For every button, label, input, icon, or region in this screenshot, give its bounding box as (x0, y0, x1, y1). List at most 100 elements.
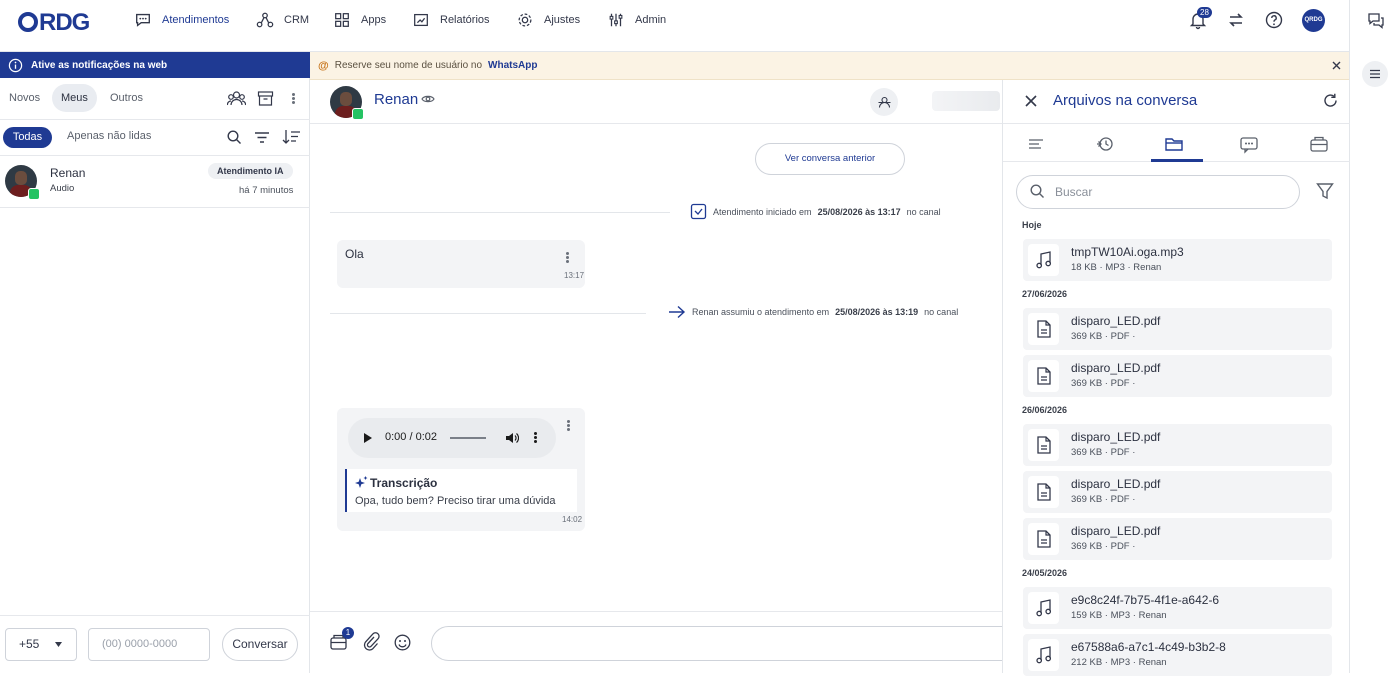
message-bubble[interactable]: Ola 13:17 (337, 240, 585, 288)
tab-history-icon[interactable] (1095, 134, 1115, 154)
transfer-icon[interactable] (1226, 10, 1246, 30)
filter-all[interactable]: Todas (3, 127, 52, 148)
filter-icon[interactable] (254, 131, 270, 144)
transcription-title: Transcrição (370, 476, 438, 490)
files-search-input[interactable]: Buscar (1016, 175, 1300, 209)
paperclip-icon[interactable] (363, 632, 380, 651)
tab-orders-icon[interactable] (1309, 134, 1329, 154)
help-icon[interactable] (1264, 10, 1284, 30)
more-options-icon[interactable] (292, 93, 295, 104)
document-icon (1036, 320, 1051, 338)
file-type-icon (1028, 429, 1059, 461)
tab-outros[interactable]: Outros (101, 84, 152, 112)
start-conversation-button[interactable]: Conversar (222, 628, 298, 661)
nav-relatorios[interactable]: Relatórios (412, 10, 490, 30)
transcription-text: Opa, tudo bem? Preciso tirar uma dúvida (355, 495, 556, 507)
tab-messages-icon[interactable] (1239, 134, 1259, 154)
message-time: 13:17 (564, 271, 585, 280)
sort-icon[interactable] (282, 129, 301, 144)
notification-prompt[interactable]: Ative as notificações na web (0, 52, 310, 78)
menu-icon (1370, 69, 1380, 79)
refresh-icon[interactable] (1323, 93, 1338, 108)
filter-funnel-icon[interactable] (1316, 182, 1334, 200)
header-action-placeholder[interactable] (932, 91, 1000, 111)
file-name: disparo_LED.pdf (1071, 477, 1161, 491)
message-options-icon[interactable] (567, 420, 570, 431)
user-avatar[interactable]: QRDG (1302, 9, 1325, 32)
nav-label: CRM (284, 14, 310, 26)
file-meta: 369 KB · PDF · (1071, 494, 1136, 505)
file-name: tmpTW10Ai.oga.mp3 (1071, 245, 1184, 259)
file-meta: 369 KB · PDF · (1071, 541, 1136, 552)
file-item[interactable]: disparo_LED.pdf 369 KB · PDF · (1023, 355, 1332, 397)
file-meta: 18 KB · MP3 · Renan (1071, 262, 1162, 273)
nav-admin[interactable]: Admin (607, 10, 666, 30)
file-item[interactable]: disparo_LED.pdf 369 KB · PDF · (1023, 518, 1332, 560)
audio-time: 0:00 / 0:02 (385, 431, 437, 443)
close-icon[interactable] (1332, 61, 1341, 70)
document-icon (1036, 367, 1051, 385)
file-item[interactable]: e9c8c24f-7b75-4f1e-a642-6 159 KB · MP3 · … (1023, 587, 1332, 629)
volume-icon[interactable] (505, 431, 519, 445)
contact-name[interactable]: Renan (374, 91, 418, 108)
emoji-icon[interactable] (394, 634, 411, 651)
nav-apps[interactable]: Apps (333, 10, 386, 30)
file-name: disparo_LED.pdf (1071, 524, 1161, 538)
chat-header: Renan (310, 80, 1002, 124)
nav-ajustes[interactable]: Ajustes (516, 10, 580, 30)
country-code-select[interactable]: +55 (5, 628, 77, 661)
filter-unread[interactable]: Apenas não lidas (67, 130, 151, 142)
crm-icon (256, 12, 274, 28)
search-icon (1030, 184, 1044, 198)
audio-player[interactable]: 0:00 / 0:02 (348, 418, 556, 458)
archive-icon[interactable] (257, 90, 274, 107)
nav-atendimentos[interactable]: Atendimentos (134, 10, 229, 30)
files-panel-tabs (1003, 124, 1350, 162)
tab-novos[interactable]: Novos (0, 84, 49, 112)
conversation-item[interactable]: Renan Audio Atendimento IA há 7 minutos (0, 156, 310, 208)
close-icon[interactable] (1025, 95, 1037, 107)
nav-label: Apps (361, 14, 387, 26)
file-date-group: 24/05/2026 (1022, 568, 1068, 578)
message-input[interactable] (431, 626, 1031, 661)
file-item[interactable]: disparo_LED.pdf 369 KB · PDF · (1023, 424, 1332, 466)
divider (330, 313, 646, 314)
audio-progress-bar[interactable] (450, 437, 486, 439)
nav-crm[interactable]: CRM (256, 10, 309, 30)
file-item[interactable]: e67588a6-a7c1-4c49-b3b2-8 212 KB · MP3 · … (1023, 634, 1332, 676)
whatsapp-icon (352, 108, 364, 120)
arrow-right-icon (669, 305, 686, 319)
tab-files-icon[interactable] (1164, 134, 1184, 154)
file-type-icon (1028, 476, 1059, 508)
file-date-group: Hoje (1022, 220, 1042, 230)
file-item[interactable]: tmpTW10Ai.oga.mp3 18 KB · MP3 · Renan (1023, 239, 1332, 281)
chat-bubbles-icon[interactable] (1366, 11, 1386, 31)
menu-button[interactable] (1362, 61, 1388, 87)
nav-label: Ajustes (544, 14, 581, 26)
tab-meus[interactable]: Meus (52, 84, 97, 112)
file-item[interactable]: disparo_LED.pdf 369 KB · PDF · (1023, 471, 1332, 513)
files-panel-header: Arquivos na conversa (1003, 80, 1350, 124)
assign-agent-button[interactable] (870, 88, 898, 116)
search-icon[interactable] (227, 130, 242, 145)
banner-link[interactable]: WhatsApp (488, 60, 537, 71)
eye-icon[interactable] (421, 94, 435, 104)
ai-status-badge: Atendimento IA (208, 163, 293, 179)
file-name: e67588a6-a7c1-4c49-b3b2-8 (1071, 640, 1226, 654)
phone-input[interactable]: (00) 0000-0000 (88, 628, 210, 661)
message-text: Ola (345, 247, 364, 261)
file-name: e9c8c24f-7b75-4f1e-a642-6 (1071, 593, 1220, 607)
play-icon[interactable] (364, 433, 372, 443)
document-icon (1036, 436, 1051, 454)
file-item[interactable]: disparo_LED.pdf 369 KB · PDF · (1023, 308, 1332, 350)
active-tab-indicator (1151, 159, 1203, 162)
whatsapp-icon (28, 188, 40, 200)
logo[interactable]: RDG (18, 9, 90, 37)
group-icon[interactable] (227, 90, 246, 107)
audio-options-icon[interactable] (534, 432, 537, 443)
notification-text: Ative as notificações na web (31, 59, 168, 71)
tab-details-icon[interactable] (1026, 134, 1046, 154)
message-options-icon[interactable] (566, 252, 569, 263)
previous-conversation-button[interactable]: Ver conversa anterior (755, 143, 905, 175)
music-note-icon (1035, 599, 1051, 617)
